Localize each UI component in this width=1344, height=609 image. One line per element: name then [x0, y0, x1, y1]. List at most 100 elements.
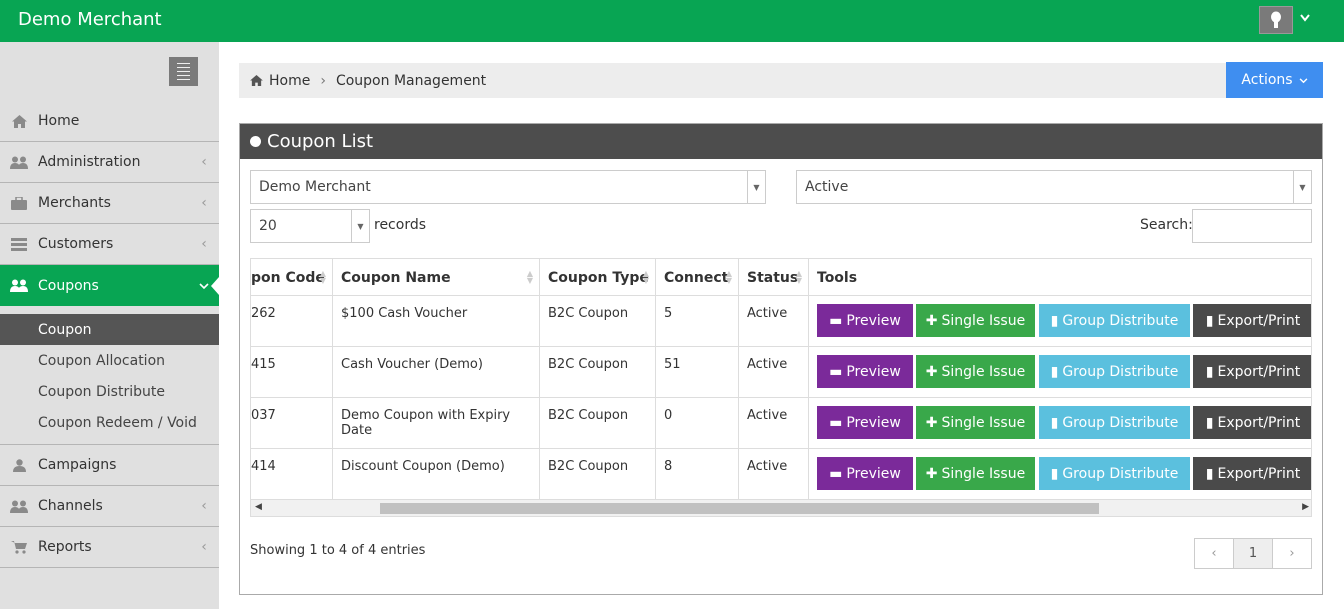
table-row: 037 Demo Coupon with Expiry Date B2C Cou… [251, 398, 1311, 449]
pagination-prev-button[interactable]: ‹ [1195, 539, 1234, 568]
file-icon: ▮ [1205, 414, 1214, 431]
caret-down-icon: ▼ [351, 210, 369, 242]
sidebar-item-campaigns[interactable]: Campaigns [0, 445, 219, 486]
cell-coupon-name: Demo Coupon with Expiry Date [333, 398, 540, 449]
sidebar-item-administration[interactable]: Administration ‹ [0, 142, 219, 183]
sidebar-toggle-button[interactable] [169, 57, 198, 86]
merchant-select-value: Demo Merchant [259, 179, 371, 195]
preview-button[interactable]: ▬ Preview [817, 406, 913, 439]
cell-coupon-type: B2C Coupon [540, 347, 656, 398]
sidebar-item-coupons[interactable]: Coupons [0, 265, 219, 306]
single-issue-label: Single Issue [941, 414, 1026, 431]
briefcase-icon: ▬ [829, 312, 843, 329]
sidebar-item-label: Home [38, 113, 80, 129]
cell-connect: 8 [656, 449, 739, 500]
sidebar-item-customers[interactable]: Customers ‹ [0, 224, 219, 265]
group-distribute-button[interactable]: ▮ Group Distribute [1039, 457, 1190, 490]
user-menu-chevron-icon[interactable] [1300, 11, 1310, 25]
page-length-value: 20 [259, 218, 277, 234]
sort-icon: ▲ ▼ [795, 269, 802, 285]
preview-button[interactable]: ▬ Preview [817, 355, 913, 388]
single-issue-button[interactable]: ✚ Single Issue [916, 406, 1035, 439]
brand-title[interactable]: Demo Merchant [18, 9, 162, 30]
actions-button[interactable]: Actions [1226, 62, 1323, 98]
sidebar-item-channels[interactable]: Channels ‹ [0, 486, 219, 527]
pagination-page-1[interactable]: 1 [1234, 539, 1273, 568]
header-label: Connect [664, 269, 729, 286]
sidebar-item-home[interactable]: Home [0, 101, 219, 142]
preview-label: Preview [846, 465, 901, 482]
sidebar-item-reports[interactable]: Reports ‹ [0, 527, 219, 568]
scrollbar-thumb[interactable] [380, 503, 1099, 514]
header-label: pon Code [251, 269, 325, 286]
file-icon: ▮ [1050, 363, 1059, 380]
cell-coupon-code: 262 [251, 296, 333, 347]
briefcase-icon: ▬ [829, 414, 843, 431]
page-length-select[interactable]: 20 ▼ [250, 209, 370, 243]
header-label: Status [747, 269, 799, 286]
file-icon: ▮ [1050, 465, 1059, 482]
file-icon: ▮ [1050, 414, 1059, 431]
pagination-next-button[interactable]: › [1273, 539, 1311, 568]
cell-coupon-name: Cash Voucher (Demo) [333, 347, 540, 398]
plus-icon: ✚ [925, 465, 938, 482]
plus-icon: ✚ [925, 363, 938, 380]
sidebar-subitem-coupon-redeem-void[interactable]: Coupon Redeem / Void [0, 407, 219, 438]
table-row: 262 $100 Cash Voucher B2C Coupon 5 Activ… [251, 296, 1311, 347]
sort-icon: ▲ ▼ [725, 269, 732, 285]
export-print-label: Export/Print [1217, 414, 1301, 431]
group-distribute-label: Group Distribute [1062, 363, 1179, 380]
preview-button[interactable]: ▬ Preview [817, 457, 913, 490]
cell-coupon-type: B2C Coupon [540, 449, 656, 500]
export-print-button[interactable]: ▮ Export/Print [1193, 406, 1311, 439]
column-header-coupon-type[interactable]: Coupon Type ▲ ▼ [540, 259, 656, 296]
sidebar-subitem-coupon-allocation[interactable]: Coupon Allocation [0, 345, 219, 376]
column-header-status[interactable]: Status ▲ ▼ [739, 259, 809, 296]
group-distribute-button[interactable]: ▮ Group Distribute [1039, 304, 1190, 337]
breadcrumb-home-link[interactable]: Home [269, 73, 310, 89]
group-distribute-button[interactable]: ▮ Group Distribute [1039, 355, 1190, 388]
plus-icon: ✚ [925, 312, 938, 329]
users-icon [0, 500, 38, 513]
chevron-left-icon: ‹ [201, 498, 207, 514]
single-issue-button[interactable]: ✚ Single Issue [916, 457, 1035, 490]
globe-icon [250, 136, 261, 147]
merchant-select[interactable]: Demo Merchant ▼ [250, 170, 766, 204]
group-distribute-button[interactable]: ▮ Group Distribute [1039, 406, 1190, 439]
active-indicator [211, 277, 219, 295]
sort-icon: ▲ ▼ [319, 269, 326, 285]
group-distribute-label: Group Distribute [1062, 414, 1179, 431]
cell-coupon-code: 415 [251, 347, 333, 398]
scroll-left-arrow-icon[interactable]: ◀ [255, 502, 262, 512]
export-print-button[interactable]: ▮ Export/Print [1193, 355, 1311, 388]
chevron-left-icon: ‹ [201, 236, 207, 252]
cell-coupon-name: $100 Cash Voucher [333, 296, 540, 347]
header-label: Coupon Type [548, 269, 649, 286]
column-header-coupon-name[interactable]: Coupon Name ▲ ▼ [333, 259, 540, 296]
single-issue-button[interactable]: ✚ Single Issue [916, 304, 1035, 337]
chevron-left-icon: ‹ [201, 195, 207, 211]
panel-header: Coupon List [240, 124, 1322, 159]
column-header-coupon-code[interactable]: pon Code ▲ ▼ [251, 259, 333, 296]
sidebar-subitem-coupon[interactable]: Coupon [0, 314, 219, 345]
single-issue-label: Single Issue [941, 465, 1026, 482]
header-label: Tools [817, 269, 858, 286]
sidebar-subitem-coupon-distribute[interactable]: Coupon Distribute [0, 376, 219, 407]
single-issue-button[interactable]: ✚ Single Issue [916, 355, 1035, 388]
export-print-button[interactable]: ▮ Export/Print [1193, 304, 1311, 337]
scroll-right-arrow-icon[interactable]: ▶ [1302, 502, 1309, 512]
column-header-connect[interactable]: Connect ▲ ▼ [656, 259, 739, 296]
file-icon: ▮ [1205, 363, 1214, 380]
sidebar-item-label: Channels [38, 498, 103, 514]
search-label: Search: [1140, 217, 1193, 233]
sidebar-item-merchants[interactable]: Merchants ‹ [0, 183, 219, 224]
search-input[interactable] [1192, 209, 1312, 243]
pagination: ‹ 1 › [1194, 538, 1312, 569]
status-select[interactable]: Active ▼ [796, 170, 1312, 204]
column-header-tools: Tools [809, 259, 1311, 296]
export-print-button[interactable]: ▮ Export/Print [1193, 457, 1311, 490]
preview-button[interactable]: ▬ Preview [817, 304, 913, 337]
user-avatar[interactable] [1259, 6, 1293, 34]
caret-down-icon: ▼ [1293, 171, 1311, 203]
horizontal-scrollbar[interactable]: ◀ ▶ [251, 499, 1311, 516]
